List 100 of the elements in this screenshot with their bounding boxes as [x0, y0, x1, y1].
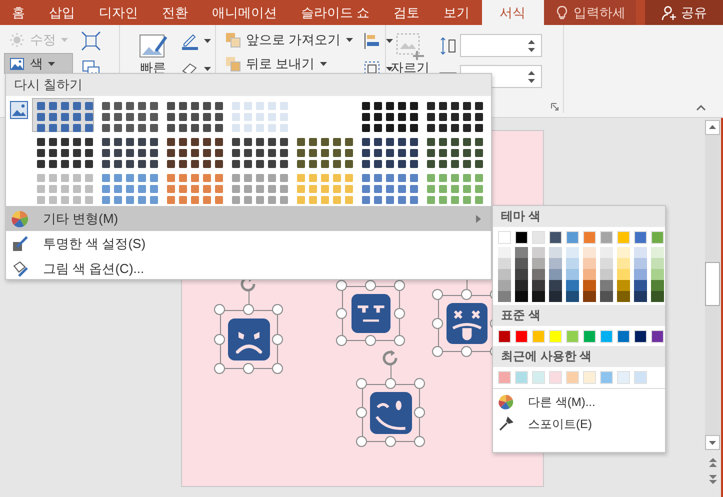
resize-handle[interactable] [356, 378, 367, 389]
color-swatch[interactable] [617, 247, 630, 258]
resize-handle[interactable] [336, 280, 347, 291]
color-swatch[interactable] [515, 231, 528, 244]
color-swatch[interactable] [583, 330, 596, 343]
color-swatch[interactable] [634, 280, 647, 291]
dialog-launcher-icon[interactable] [551, 103, 559, 111]
color-swatch[interactable] [634, 330, 647, 343]
align-icon[interactable] [362, 31, 382, 51]
resize-handle[interactable] [414, 407, 425, 418]
color-swatch[interactable] [566, 247, 579, 258]
color-swatch[interactable] [498, 269, 511, 280]
color-swatch[interactable] [617, 258, 630, 269]
color-swatch[interactable] [549, 247, 562, 258]
color-swatch[interactable] [532, 231, 545, 244]
color-swatch[interactable] [566, 371, 579, 384]
height-spinner[interactable] [460, 34, 542, 57]
color-swatch[interactable] [600, 247, 613, 258]
resize-handle[interactable] [243, 304, 254, 315]
resize-handle[interactable] [214, 363, 225, 374]
angry-face-icon[interactable] [228, 318, 270, 361]
color-swatch[interactable] [583, 269, 596, 280]
color-swatch[interactable] [532, 280, 545, 291]
resize-handle[interactable] [461, 346, 472, 357]
color-swatch[interactable] [498, 258, 511, 269]
color-swatch[interactable] [549, 269, 562, 280]
color-swatch[interactable] [498, 280, 511, 291]
color-swatch[interactable] [549, 330, 562, 343]
color-swatch[interactable] [651, 247, 664, 258]
resize-handle[interactable] [461, 289, 472, 300]
rotate-handle[interactable] [382, 350, 400, 378]
color-swatch[interactable] [583, 231, 596, 244]
send-backward-button[interactable]: 뒤로 보내기 [220, 53, 358, 74]
color-swatch[interactable] [600, 280, 613, 291]
resize-handle[interactable] [432, 289, 443, 300]
color-swatch[interactable] [634, 371, 647, 384]
resize-handle[interactable] [365, 280, 376, 291]
color-swatch[interactable] [566, 330, 579, 343]
color-swatch[interactable] [515, 371, 528, 384]
menu-item[interactable]: 다른 색(M)... [493, 391, 665, 413]
resize-handle[interactable] [356, 436, 367, 447]
color-swatch[interactable] [498, 371, 511, 384]
compress-pictures-icon[interactable] [81, 31, 101, 51]
resize-handle[interactable] [385, 436, 396, 447]
caret-icon[interactable] [386, 67, 393, 71]
color-swatch[interactable] [583, 247, 596, 258]
resize-handle[interactable] [272, 334, 283, 344]
ribbon-tab[interactable]: 서식 [482, 0, 544, 25]
color-swatch[interactable] [600, 371, 613, 384]
color-swatch[interactable] [651, 330, 664, 343]
color-swatch[interactable] [566, 291, 579, 302]
color-swatch[interactable] [566, 258, 579, 269]
color-swatch[interactable] [617, 330, 630, 343]
scroll-thumb[interactable] [705, 262, 720, 306]
color-swatch[interactable] [651, 269, 664, 280]
scroll-up-icon[interactable] [705, 120, 720, 135]
color-swatch[interactable] [532, 247, 545, 258]
caret-icon[interactable] [204, 39, 211, 43]
recolor-option[interactable] [32, 98, 94, 132]
resize-handle[interactable] [414, 436, 425, 447]
dead-face-icon[interactable] [446, 303, 488, 344]
color-swatch[interactable] [651, 291, 664, 302]
tell-me-button[interactable]: 입력하세 [544, 0, 636, 25]
color-swatch[interactable] [634, 291, 647, 302]
resize-handle[interactable] [243, 363, 254, 374]
color-swatch[interactable] [566, 231, 579, 244]
color-swatch[interactable] [583, 258, 596, 269]
color-swatch[interactable] [651, 231, 664, 244]
color-swatch[interactable] [532, 269, 545, 280]
next-slide-icon[interactable] [706, 474, 718, 486]
scroll-down-icon[interactable] [705, 435, 720, 450]
color-swatch[interactable] [617, 280, 630, 291]
color-swatch[interactable] [498, 247, 511, 258]
menu-item[interactable]: 스포이트(E) [493, 413, 665, 435]
collapse-ribbon-icon[interactable] [696, 105, 706, 111]
color-swatch[interactable] [532, 258, 545, 269]
resize-handle[interactable] [214, 304, 225, 315]
color-swatch[interactable] [498, 330, 511, 343]
color-swatch[interactable] [549, 291, 562, 302]
color-swatch[interactable] [515, 291, 528, 302]
color-swatch[interactable] [600, 231, 613, 244]
resize-handle[interactable] [365, 335, 376, 346]
color-button[interactable]: 색 [4, 53, 73, 74]
resize-handle[interactable] [394, 280, 405, 291]
resize-handle[interactable] [394, 335, 405, 346]
color-swatch[interactable] [634, 247, 647, 258]
color-swatch[interactable] [498, 231, 511, 244]
previous-slide-icon[interactable] [706, 456, 718, 468]
color-swatch[interactable] [549, 371, 562, 384]
color-swatch[interactable] [549, 258, 562, 269]
color-swatch[interactable] [532, 330, 545, 343]
color-swatch[interactable] [498, 291, 511, 302]
ribbon-tab[interactable]: 삽입 [37, 0, 87, 25]
color-swatch[interactable] [600, 269, 613, 280]
color-swatch[interactable] [634, 269, 647, 280]
ribbon-tab[interactable]: 전환 [150, 0, 200, 25]
color-swatch[interactable] [515, 269, 528, 280]
color-swatch[interactable] [617, 371, 630, 384]
ribbon-tab[interactable]: 슬라이드 쇼 [289, 0, 382, 25]
ribbon-tab[interactable]: 홈 [0, 0, 37, 25]
